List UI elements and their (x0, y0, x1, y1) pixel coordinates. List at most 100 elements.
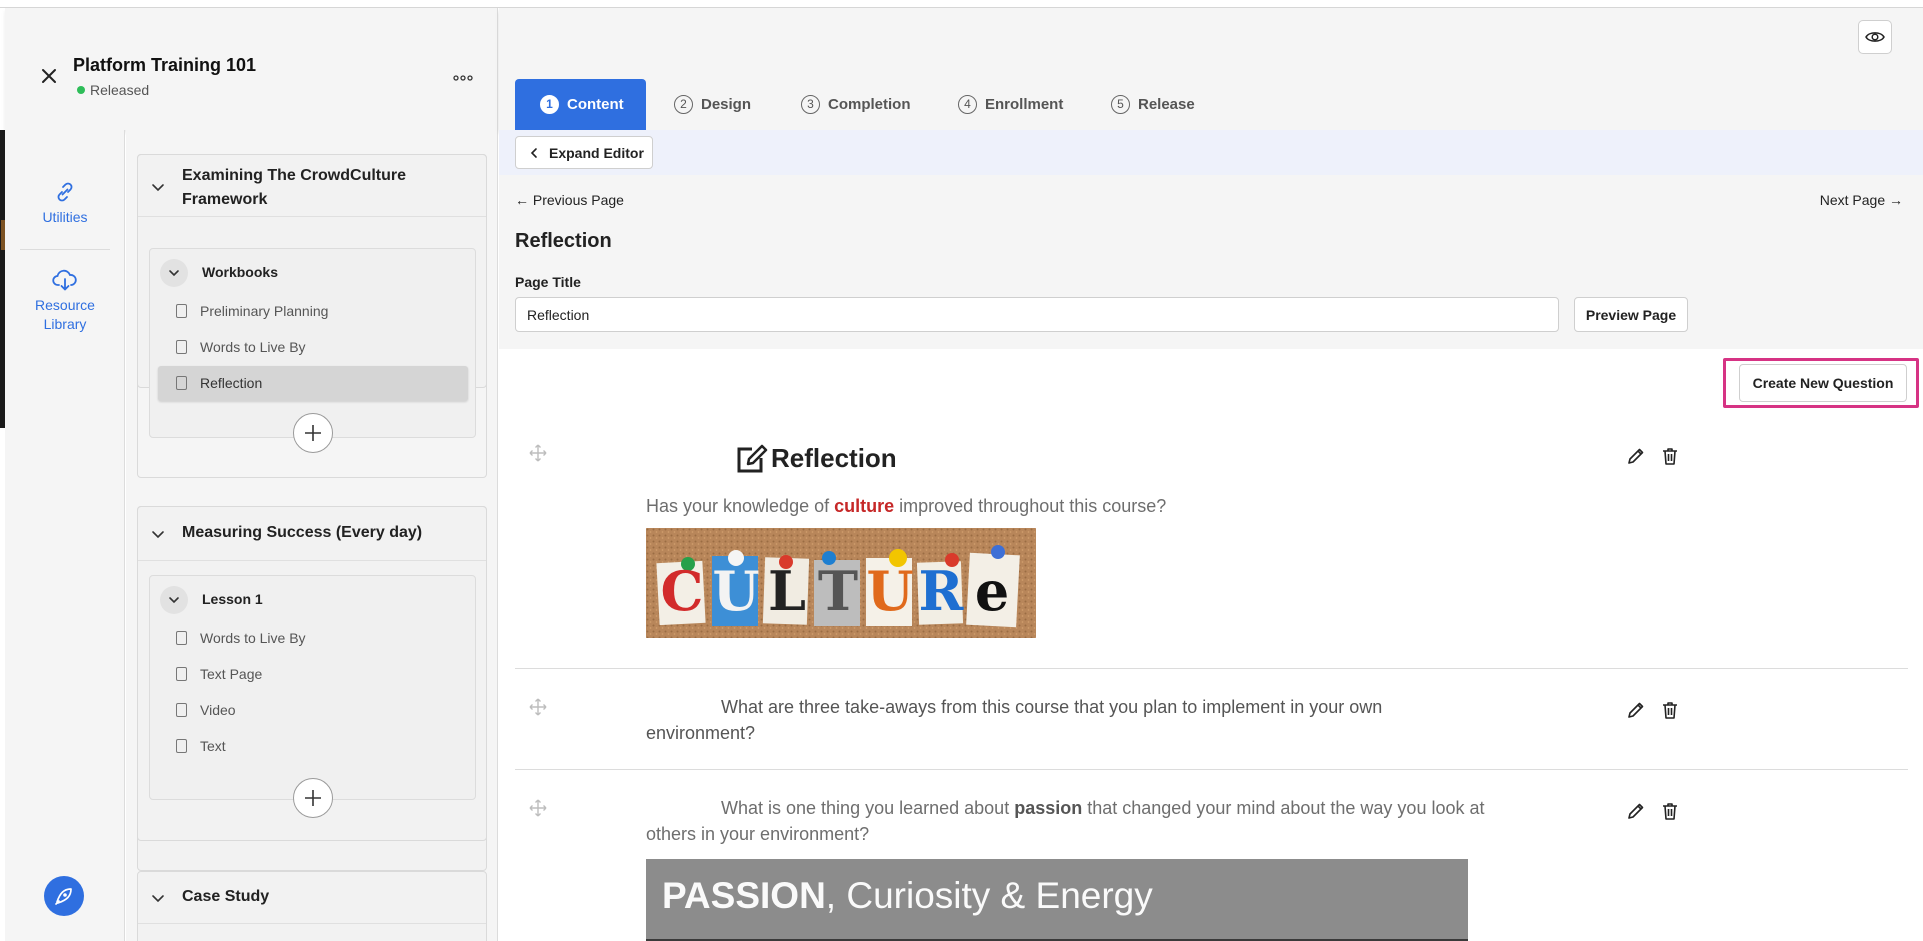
move-icon[interactable] (529, 698, 547, 716)
chevron-down-icon[interactable] (150, 179, 166, 195)
page-item-label: Reflection (200, 375, 263, 391)
trash-icon[interactable] (1660, 700, 1680, 720)
question-actions (1626, 801, 1680, 821)
more-options-icon[interactable] (453, 66, 473, 87)
rocket-icon (55, 888, 72, 905)
pencil-icon[interactable] (1626, 801, 1646, 821)
tab-label: Content (567, 96, 624, 113)
module-card: Examining The CrowdCulture Framework Wor… (137, 154, 487, 453)
document-icon (176, 703, 187, 717)
question-actions (1626, 446, 1680, 466)
page-item[interactable]: Video (158, 693, 468, 728)
plus-icon (305, 790, 321, 806)
culture-letter: e (974, 559, 1010, 623)
status-text: Released (90, 82, 150, 98)
question-actions (1626, 700, 1680, 720)
module-card: Case Study (137, 871, 487, 941)
page-item-selected[interactable]: Reflection (158, 366, 468, 401)
rail-utilities-label: Utilities (42, 209, 88, 225)
document-icon (176, 340, 187, 354)
tab-enrollment[interactable]: 4 Enrollment (958, 79, 1063, 130)
tab-design[interactable]: 2 Design (674, 79, 751, 130)
question-heading: Reflection (735, 440, 897, 476)
tab-number: 4 (958, 95, 977, 114)
launch-button[interactable] (44, 876, 84, 916)
question-block: What are three take-aways from this cour… (515, 670, 1908, 770)
module-title: Case Study (182, 888, 270, 905)
page-item-label: Video (200, 702, 236, 718)
trash-icon[interactable] (1660, 801, 1680, 821)
expand-bar: Expand Editor (499, 130, 1923, 175)
expand-editor-label: Expand Editor (549, 144, 644, 161)
page-item-label: Text Page (200, 666, 263, 682)
page-item[interactable]: Preliminary Planning (158, 294, 468, 329)
page-item-label: Preliminary Planning (200, 303, 329, 319)
rail-resource-library[interactable]: Resource Library (5, 268, 125, 334)
lesson-chevron[interactable] (160, 586, 188, 614)
page-title-input[interactable] (515, 297, 1559, 332)
move-icon[interactable] (529, 799, 547, 817)
preview-page-button[interactable]: Preview Page (1574, 297, 1688, 332)
document-icon (176, 739, 187, 753)
tab-completion[interactable]: 3 Completion (801, 79, 911, 130)
question-highlight: passion (1014, 798, 1083, 818)
question-heading-text: Reflection (771, 442, 897, 473)
pencil-icon[interactable] (1626, 446, 1646, 466)
previous-page-link[interactable]: ← Previous Page (515, 192, 624, 208)
page-item[interactable]: Words to Live By (158, 330, 468, 365)
pencil-icon[interactable] (1626, 700, 1646, 720)
chevron-down-icon[interactable] (150, 526, 166, 542)
tab-label: Completion (828, 96, 911, 113)
page-item[interactable]: Text Page (158, 657, 468, 692)
trash-icon[interactable] (1660, 446, 1680, 466)
question-highlight: culture (834, 496, 895, 516)
passion-image-bold: PASSION (662, 875, 826, 916)
document-icon (176, 631, 187, 645)
page-item-label: Words to Live By (200, 630, 306, 646)
left-rail: Utilities Resource Library (5, 130, 125, 941)
preview-eye-button[interactable] (1858, 20, 1892, 54)
add-page-button[interactable] (293, 413, 333, 453)
rail-divider (20, 249, 110, 250)
edit-note-icon (737, 444, 768, 473)
next-page-link[interactable]: Next Page → (1820, 192, 1903, 208)
tab-release[interactable]: 5 Release (1111, 79, 1195, 130)
expand-editor-button[interactable]: Expand Editor (515, 136, 653, 169)
rail-utilities[interactable]: Utilities (5, 180, 125, 227)
culture-image: C U L T U R e (646, 528, 1036, 638)
culture-letter: U (866, 559, 914, 623)
chevron-down-icon[interactable] (150, 890, 166, 906)
module-header[interactable]: Case Study (138, 872, 486, 924)
page-item[interactable]: Text (158, 729, 468, 764)
chevron-left-icon (530, 147, 537, 158)
close-icon[interactable] (35, 64, 63, 92)
culture-letter: L (768, 559, 806, 623)
question-text: Has your knowledge of culture improved t… (646, 493, 1166, 519)
status-dot-icon (77, 86, 85, 94)
lesson-card: Lesson 1 Words to Live By Text Page Vide… (149, 575, 476, 818)
cloud-download-icon (52, 269, 77, 291)
module-title: Measuring Success (Every day) (182, 524, 423, 541)
course-header: Platform Training 101 Released (5, 8, 498, 130)
chevron-down-icon (169, 597, 179, 604)
rail-resource-label-2: Library (43, 316, 87, 332)
module-header[interactable]: Measuring Success (Every day) (138, 507, 486, 561)
culture-letter: R (918, 559, 964, 623)
page-item[interactable]: Words to Live By (158, 621, 468, 656)
culture-letter: T (817, 559, 859, 623)
next-page-label: Next Page (1819, 192, 1886, 208)
previous-page-label: Previous Page (532, 192, 624, 208)
document-icon (176, 667, 187, 681)
lesson-chevron[interactable] (160, 259, 188, 287)
tab-content[interactable]: 1 Content (515, 79, 646, 130)
document-icon (176, 304, 187, 318)
tab-label: Release (1138, 96, 1195, 113)
add-page-button[interactable] (293, 778, 333, 818)
create-new-question-button[interactable]: Create New Question (1739, 364, 1907, 402)
top-strip (0, 0, 1923, 8)
page-heading: Reflection (515, 230, 612, 252)
tab-number: 3 (801, 95, 820, 114)
move-icon[interactable] (529, 444, 547, 462)
module-header[interactable]: Examining The CrowdCulture Framework (138, 155, 486, 217)
plus-icon (305, 425, 321, 441)
